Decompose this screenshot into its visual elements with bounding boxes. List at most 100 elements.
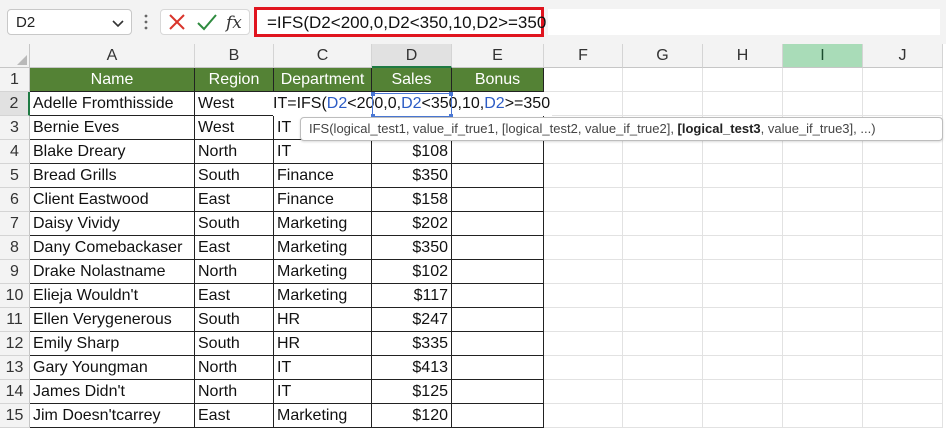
row-header-7[interactable]: 7 [0,212,30,236]
table-cell-department[interactable]: Marketing [274,236,372,260]
empty-cell[interactable] [544,188,623,212]
row-header-9[interactable]: 9 [0,260,30,284]
empty-cell[interactable] [544,140,623,164]
column-header-j[interactable]: J [863,44,943,68]
empty-cell[interactable] [623,188,703,212]
empty-cell[interactable] [544,356,623,380]
table-cell-name[interactable]: Daisy Vividy [30,212,195,236]
table-cell-department[interactable]: HR [274,332,372,356]
more-options-icon[interactable] [143,13,149,31]
table-cell-sales[interactable]: $125 [372,380,452,404]
table-cell-bonus[interactable] [452,332,544,356]
table-cell-bonus[interactable] [452,260,544,284]
name-box[interactable]: D2 [7,9,132,35]
table-cell-department[interactable]: HR [274,308,372,332]
table-cell-bonus[interactable] [452,284,544,308]
empty-cell[interactable] [623,332,703,356]
table-cell-department[interactable]: Marketing [274,404,372,428]
row-header-4[interactable]: 4 [0,140,30,164]
table-cell-department[interactable]: IT [274,140,372,164]
empty-cell[interactable] [863,260,943,284]
table-cell-region[interactable]: South [195,308,274,332]
empty-cell[interactable] [544,404,623,428]
table-cell-region[interactable]: South [195,164,274,188]
table-cell-department[interactable]: IT [274,356,372,380]
empty-cell[interactable] [783,140,863,164]
table-cell-region[interactable]: South [195,332,274,356]
empty-cell[interactable] [783,284,863,308]
empty-cell[interactable] [863,164,943,188]
empty-cell[interactable] [703,188,783,212]
empty-cell[interactable] [544,332,623,356]
empty-cell[interactable] [623,92,703,116]
table-cell-name[interactable]: Blake Dreary [30,140,195,164]
column-header-e[interactable]: E [452,44,544,68]
table-cell-region[interactable]: North [195,140,274,164]
column-header-i[interactable]: I [783,44,863,68]
empty-cell[interactable] [703,68,783,92]
empty-cell[interactable] [703,332,783,356]
empty-cell[interactable] [703,380,783,404]
table-cell-department[interactable]: Marketing [274,212,372,236]
empty-cell[interactable] [863,404,943,428]
table-cell-bonus[interactable] [452,164,544,188]
empty-cell[interactable] [623,284,703,308]
column-header-f[interactable]: F [544,44,623,68]
empty-cell[interactable] [703,260,783,284]
table-header-sales[interactable]: Sales [372,68,452,92]
table-cell-name[interactable]: Bernie Eves [30,116,195,140]
empty-cell[interactable] [783,188,863,212]
empty-cell[interactable] [863,92,943,116]
empty-cell[interactable] [783,92,863,116]
table-cell-region[interactable]: North [195,356,274,380]
row-header-3[interactable]: 3 [0,116,30,140]
empty-cell[interactable] [703,284,783,308]
table-cell-department[interactable]: Marketing [274,260,372,284]
column-header-d[interactable]: D [372,44,452,68]
table-cell-department[interactable]: IT [274,380,372,404]
empty-cell[interactable] [703,404,783,428]
table-cell-sales[interactable]: $108 [372,140,452,164]
empty-cell[interactable] [544,212,623,236]
empty-cell[interactable] [703,140,783,164]
empty-cell[interactable] [544,68,623,92]
empty-cell[interactable] [783,164,863,188]
empty-cell[interactable] [863,284,943,308]
empty-cell[interactable] [623,260,703,284]
table-cell-sales[interactable]: $247 [372,308,452,332]
empty-cell[interactable] [623,236,703,260]
empty-cell[interactable] [544,92,623,116]
table-cell-bonus[interactable] [452,404,544,428]
empty-cell[interactable] [703,212,783,236]
table-cell-name[interactable]: Emily Sharp [30,332,195,356]
row-header-14[interactable]: 14 [0,380,30,404]
column-header-c[interactable]: C [274,44,372,68]
table-cell-sales[interactable]: $335 [372,332,452,356]
table-cell-sales[interactable]: $120 [372,404,452,428]
table-cell-name[interactable]: Drake Nolastname [30,260,195,284]
empty-cell[interactable] [623,140,703,164]
empty-cell[interactable] [544,236,623,260]
table-cell-sales[interactable]: $202 [372,212,452,236]
empty-cell[interactable] [703,308,783,332]
empty-cell[interactable] [544,380,623,404]
empty-cell[interactable] [783,260,863,284]
table-cell-name[interactable]: Dany Comebackaser [30,236,195,260]
empty-cell[interactable] [783,356,863,380]
row-header-8[interactable]: 8 [0,236,30,260]
row-header-6[interactable]: 6 [0,188,30,212]
empty-cell[interactable] [863,212,943,236]
table-header-region[interactable]: Region [195,68,274,92]
empty-cell[interactable] [544,284,623,308]
column-header-g[interactable]: G [623,44,703,68]
table-cell-department[interactable]: Finance [274,188,372,212]
row-header-11[interactable]: 11 [0,308,30,332]
empty-cell[interactable] [623,308,703,332]
function-tooltip[interactable]: IFS(logical_test1, value_if_true1, [logi… [300,117,943,141]
column-header-a[interactable]: A [30,44,195,68]
table-cell-department[interactable]: Marketing [274,284,372,308]
table-cell-name[interactable]: Client Eastwood [30,188,195,212]
empty-cell[interactable] [863,236,943,260]
empty-cell[interactable] [863,380,943,404]
column-header-h[interactable]: H [703,44,783,68]
